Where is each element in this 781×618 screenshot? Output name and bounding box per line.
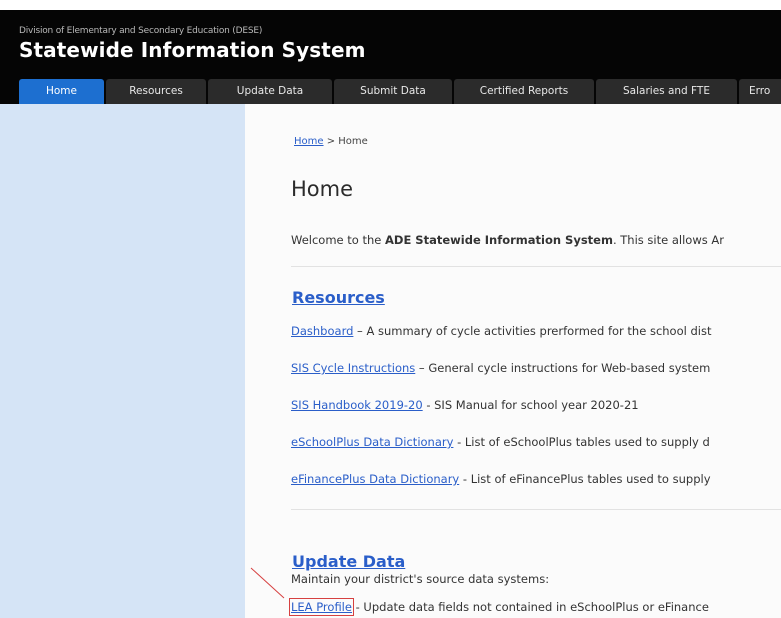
resource-dashboard: Dashboard – A summary of cycle activitie…: [291, 324, 711, 338]
update-data-heading[interactable]: Update Data: [292, 552, 405, 571]
breadcrumb-home-link[interactable]: Home: [294, 136, 324, 147]
sis-handbook-link[interactable]: SIS Handbook 2019-20: [291, 398, 423, 412]
tab-certified-reports[interactable]: Certified Reports: [454, 79, 594, 104]
tab-errors[interactable]: Erro: [739, 79, 781, 104]
resource-handbook: SIS Handbook 2019-20 - SIS Manual for sc…: [291, 398, 639, 412]
breadcrumb-current: Home: [338, 136, 368, 147]
tab-update-data[interactable]: Update Data: [208, 79, 332, 104]
tab-resources[interactable]: Resources: [106, 79, 206, 104]
divider: [291, 266, 781, 267]
welcome-site-name: ADE Statewide Information System: [385, 233, 613, 247]
breadcrumb-separator: >: [323, 136, 339, 147]
tab-home[interactable]: Home: [19, 79, 104, 104]
update-lea-profile: LEA Profile - Update data fields not con…: [289, 598, 709, 616]
main-nav: Home Resources Update Data Submit Data C…: [0, 79, 781, 104]
resource-efinanceplus-dictionary: eFinancePlus Data Dictionary - List of e…: [291, 472, 711, 486]
resource-desc: – A summary of cycle activities prerform…: [353, 324, 712, 338]
tab-submit-data[interactable]: Submit Data: [334, 79, 452, 104]
welcome-text: Welcome to the ADE Statewide Information…: [291, 233, 724, 247]
welcome-prefix: Welcome to the: [291, 233, 385, 247]
resource-desc: - SIS Manual for school year 2020-21: [422, 398, 639, 412]
tab-salaries-fte[interactable]: Salaries and FTE: [596, 79, 737, 104]
divider: [291, 509, 781, 510]
update-desc: - Update data fields not contained in eS…: [351, 600, 709, 614]
efinanceplus-dictionary-link[interactable]: eFinancePlus Data Dictionary: [291, 472, 459, 486]
breadcrumb: Home > Home: [294, 136, 368, 147]
page-title: Home: [291, 177, 354, 201]
dashboard-link[interactable]: Dashboard: [291, 324, 353, 338]
resource-desc: - List of eSchoolPlus tables used to sup…: [453, 435, 710, 449]
eschoolplus-dictionary-link[interactable]: eSchoolPlus Data Dictionary: [291, 435, 453, 449]
top-strip: [0, 0, 781, 10]
resource-desc: - List of eFinancePlus tables used to su…: [459, 472, 711, 486]
resource-cycle-instructions: SIS Cycle Instructions – General cycle i…: [291, 361, 710, 375]
update-data-intro: Maintain your district's source data sys…: [291, 572, 550, 586]
resource-eschoolplus-dictionary: eSchoolPlus Data Dictionary - List of eS…: [291, 435, 710, 449]
resources-heading[interactable]: Resources: [292, 288, 385, 307]
division-name: Division of Elementary and Secondary Edu…: [19, 26, 263, 36]
resource-desc: – General cycle instructions for Web-bas…: [415, 361, 711, 375]
left-sidebar: [0, 104, 245, 618]
lea-profile-link[interactable]: LEA Profile: [289, 598, 354, 616]
system-title: Statewide Information System: [19, 38, 366, 62]
welcome-suffix: . This site allows Ar: [612, 233, 724, 247]
sis-cycle-instructions-link[interactable]: SIS Cycle Instructions: [291, 361, 415, 375]
